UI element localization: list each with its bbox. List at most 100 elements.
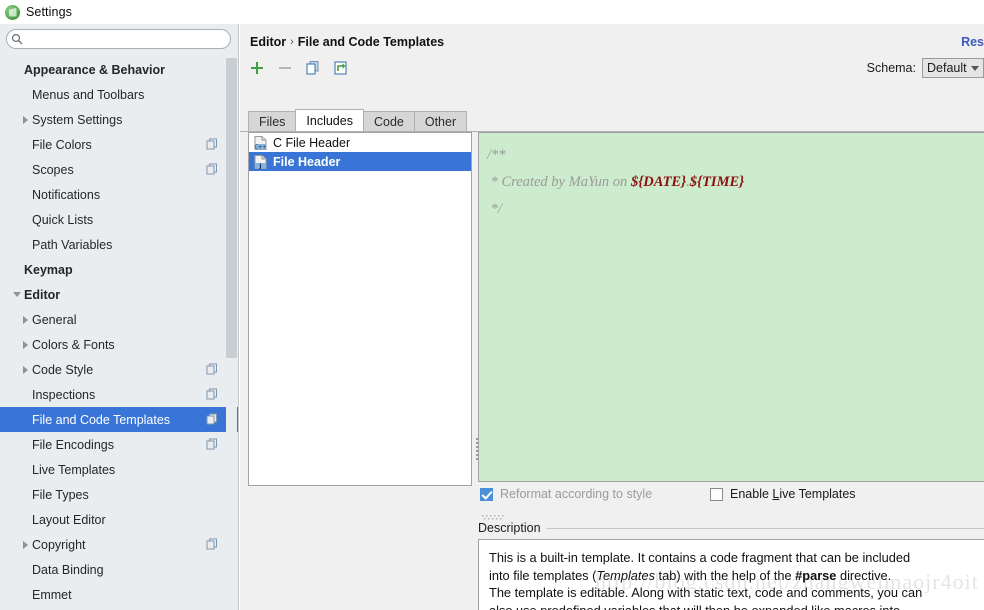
window-title: Settings: [26, 5, 72, 19]
sidebar-item-label: Path Variables: [32, 237, 113, 252]
sidebar-item-file-colors[interactable]: File Colors: [0, 132, 238, 157]
schema-value: Default: [927, 61, 967, 75]
c-file-icon: C++: [254, 135, 267, 150]
chevron-right-icon[interactable]: [18, 532, 32, 557]
sidebar-item-keymap[interactable]: Keymap: [0, 257, 238, 282]
svg-text:J: J: [258, 162, 261, 168]
chevron-right-icon[interactable]: [18, 307, 32, 332]
sidebar-item-label: File Colors: [32, 137, 92, 152]
search-input[interactable]: [26, 32, 230, 46]
reformat-label: Reformat according to style: [500, 487, 653, 501]
chevron-right-icon[interactable]: [18, 332, 32, 357]
sidebar-item-layout-editor[interactable]: Layout Editor: [0, 507, 238, 532]
code-var-date: ${DATE}: [630, 174, 687, 190]
tab-includes[interactable]: Includes: [295, 109, 364, 132]
chevron-down-icon: [971, 65, 979, 71]
chevron-right-icon[interactable]: [18, 357, 32, 382]
desc-line-2a: into file templates (: [489, 567, 597, 583]
sidebar-item-colors-fonts[interactable]: Colors & Fonts: [0, 332, 238, 357]
sidebar-item-menus-and-toolbars[interactable]: Menus and Toolbars: [0, 82, 238, 107]
sidebar-item-label: Colors & Fonts: [32, 337, 115, 352]
tab-code[interactable]: Code: [362, 111, 415, 132]
sidebar-item-system-settings[interactable]: System Settings: [0, 107, 238, 132]
sidebar-item-inspections[interactable]: Inspections: [0, 382, 238, 407]
search-icon: [11, 33, 23, 45]
enable-live-templates-checkbox[interactable]: [710, 487, 723, 501]
sidebar-item-label: Layout Editor: [32, 512, 106, 527]
desc-line-2d: directive.: [836, 567, 892, 583]
description-rule: [546, 527, 984, 529]
schema-select[interactable]: Default: [922, 58, 984, 78]
code-var-time: ${TIME}: [689, 174, 745, 190]
sidebar-item-label: General: [32, 312, 77, 327]
sidebar-item-quick-lists[interactable]: Quick Lists: [0, 207, 238, 232]
sidebar-scrollbar-thumb[interactable]: [226, 58, 237, 358]
sidebar-item-copyright[interactable]: Copyright: [0, 532, 238, 557]
list-item-label: File Header: [273, 154, 341, 169]
sidebar-item-emmet[interactable]: Emmet: [0, 582, 238, 607]
reset-link[interactable]: Res: [961, 35, 984, 49]
sidebar-item-label: Menus and Toolbars: [32, 87, 145, 102]
breadcrumb-parent[interactable]: Editor: [250, 35, 286, 49]
sidebar-item-appearance-behavior[interactable]: Appearance & Behavior: [0, 57, 238, 82]
restore-icon[interactable]: [332, 59, 350, 77]
sidebar-item-general[interactable]: General: [0, 307, 238, 332]
search-box[interactable]: [6, 29, 231, 49]
sidebar-item-data-binding[interactable]: Data Binding: [0, 557, 238, 582]
breadcrumb-separator: ›: [290, 36, 294, 48]
breadcrumb-current: File and Code Templates: [297, 35, 445, 49]
content-panel: Editor › File and Code Templates Res Sch…: [240, 24, 984, 610]
sidebar-item-label: Inspections: [32, 387, 96, 402]
project-scope-icon: [206, 413, 218, 425]
desc-line-2-bold: #parse: [795, 567, 837, 583]
remove-template-button: [276, 59, 294, 77]
sidebar-item-path-variables[interactable]: Path Variables: [0, 232, 238, 257]
sidebar-item-editor[interactable]: Editor: [0, 282, 238, 307]
sidebar-item-notifications[interactable]: Notifications: [0, 182, 238, 207]
code-line-1: /**: [487, 147, 506, 163]
options-resize-grip[interactable]: [482, 510, 508, 520]
template-code-editor[interactable]: /** * Created by MaYun on ${DATE}.${TIME…: [478, 132, 984, 482]
project-scope-icon: [206, 363, 218, 375]
list-item-label: C File Header: [273, 135, 351, 150]
sidebar-item-file-types[interactable]: File Types: [0, 482, 238, 507]
chevron-right-icon[interactable]: [18, 107, 32, 132]
sidebar-item-label: System Settings: [32, 112, 123, 127]
sidebar-item-file-encodings[interactable]: File Encodings: [0, 432, 238, 457]
desc-line-2-italic: Templates: [596, 567, 655, 583]
tab-label: Files: [259, 115, 286, 129]
sidebar-item-live-templates[interactable]: Live Templates: [0, 457, 238, 482]
project-scope-icon: [206, 138, 218, 150]
project-scope-icon: [206, 163, 218, 175]
sidebar-item-scopes[interactable]: Scopes: [0, 157, 238, 182]
template-code[interactable]: /** * Created by MaYun on ${DATE}.${TIME…: [479, 133, 984, 223]
tab-label: Code: [373, 115, 404, 129]
sidebar-item-label: Scopes: [32, 162, 74, 177]
list-item[interactable]: J File Header: [249, 152, 471, 171]
template-list[interactable]: C++ C File Header J File Header: [248, 132, 472, 486]
sidebar-item-label: File Encodings: [32, 437, 114, 452]
svg-text:C++: C++: [255, 144, 267, 149]
copy-icon[interactable]: [304, 59, 322, 77]
add-template-button[interactable]: [248, 59, 266, 77]
sidebar-item-code-style[interactable]: Code Style: [0, 357, 238, 382]
list-item[interactable]: C++ C File Header: [249, 133, 471, 152]
chevron-down-icon[interactable]: [10, 282, 24, 307]
settings-sidebar: Appearance & Behavior Menus and Toolbars S…: [0, 24, 239, 610]
search-container: [0, 24, 238, 55]
description-box: This is a built-in template. It contains…: [478, 539, 984, 610]
sidebar-item-label: Keymap: [24, 262, 73, 277]
sidebar-item-label: Data Binding: [32, 562, 104, 577]
tab-files[interactable]: Files: [248, 111, 297, 132]
sidebar-item-label: Appearance & Behavior: [24, 62, 166, 77]
description-header: Description: [478, 521, 984, 535]
sidebar-item-label: Emmet: [32, 587, 72, 602]
sidebar-item-label: Quick Lists: [32, 212, 94, 227]
sidebar-item-label: Copyright: [32, 537, 86, 552]
live-templates-checkbox-row[interactable]: Enable Live Templates: [710, 487, 856, 501]
sidebar-item-file-and-code-templates[interactable]: File and Code Templates: [0, 407, 238, 432]
schema-control: Schema: Default: [867, 58, 984, 78]
tab-other[interactable]: Other: [413, 111, 468, 132]
desc-line-3: The template is editable. Along with sta…: [489, 585, 923, 600]
desc-line-1: This is a built-in template. It contains…: [489, 550, 911, 565]
